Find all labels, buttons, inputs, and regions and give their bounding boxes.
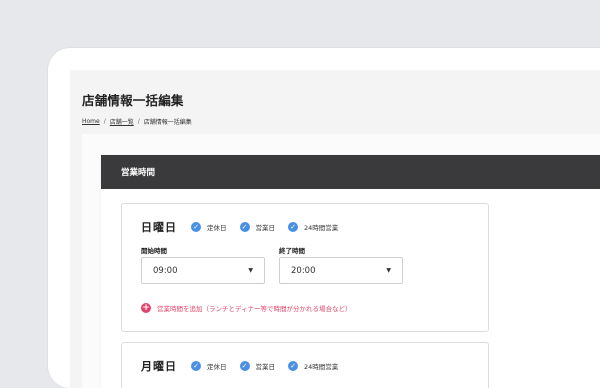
check-circle-icon: ✓ bbox=[288, 222, 298, 232]
check-circle-icon: ✓ bbox=[239, 361, 250, 371]
breadcrumb-current: 店舗情報一括編集 bbox=[143, 119, 192, 126]
day-row: 月曜日 ✓ 定休日 ✓ 営業日 ✓ 24時間営業 bbox=[141, 358, 351, 374]
end-time-select[interactable]: 20:00 ▼ bbox=[279, 257, 403, 284]
check-circle-icon: ✓ bbox=[239, 222, 250, 232]
page-title: 店舗情報一括編集 bbox=[82, 93, 184, 108]
day-row: 日曜日 ✓ 定休日 ✓ 営業日 ✓ 24時間営業 bbox=[141, 219, 351, 235]
add-business-hours-link[interactable]: + 営業時間を追加（ランチとディナー等で時間が分かれる場合など） bbox=[141, 303, 352, 313]
check-circle-icon: ✓ bbox=[191, 361, 201, 371]
breadcrumb: Home / 店舗一覧 / 店舗情報一括編集 bbox=[82, 117, 192, 126]
start-time-select[interactable]: 09:00 ▼ bbox=[141, 257, 265, 284]
option-24-hours[interactable]: ✓ 24時間営業 bbox=[288, 361, 338, 371]
content-area: 営業時間 日曜日 ✓ 定休日 ✓ 営業日 ✓ 24時間営業 開始時間 09:00… bbox=[82, 134, 600, 388]
day-name: 日曜日 bbox=[141, 221, 177, 234]
section-header: 営業時間 bbox=[101, 155, 600, 189]
add-business-hours-label: 営業時間を追加（ランチとディナー等で時間が分かれる場合など） bbox=[157, 305, 352, 313]
option-label: 24時間営業 bbox=[304, 363, 339, 371]
option-closed-day[interactable]: ✓ 定休日 bbox=[191, 222, 227, 232]
option-24-hours[interactable]: ✓ 24時間営業 bbox=[288, 222, 338, 232]
day-name: 月曜日 bbox=[141, 360, 177, 373]
end-time-value: 20:00 bbox=[291, 265, 316, 276]
breadcrumb-home-link[interactable]: Home bbox=[82, 118, 100, 125]
start-time-label: 開始時間 bbox=[141, 247, 167, 255]
option-label: 営業日 bbox=[255, 224, 276, 232]
caret-down-icon: ▼ bbox=[248, 267, 253, 274]
plus-circle-icon: + bbox=[141, 303, 151, 313]
option-business-day[interactable]: ✓ 営業日 bbox=[239, 361, 276, 371]
business-hours-section: 営業時間 日曜日 ✓ 定休日 ✓ 営業日 ✓ 24時間営業 開始時間 09:00… bbox=[101, 155, 600, 388]
start-time-value: 09:00 bbox=[153, 265, 178, 276]
option-business-day[interactable]: ✓ 営業日 bbox=[239, 222, 276, 232]
device-frame: 店舗情報一括編集 Home / 店舗一覧 / 店舗情報一括編集 営業時間 日曜日… bbox=[48, 48, 600, 388]
breadcrumb-separator: / bbox=[103, 118, 106, 125]
check-circle-icon: ✓ bbox=[191, 222, 201, 232]
breadcrumb-separator: / bbox=[137, 118, 140, 125]
option-closed-day[interactable]: ✓ 定休日 bbox=[191, 361, 227, 371]
breadcrumb-store-list-link[interactable]: 店舗一覧 bbox=[110, 117, 134, 126]
check-circle-icon: ✓ bbox=[288, 361, 298, 371]
end-time-label: 終了時間 bbox=[279, 247, 305, 255]
option-label: 定休日 bbox=[207, 224, 227, 232]
day-card-sunday: 日曜日 ✓ 定休日 ✓ 営業日 ✓ 24時間営業 開始時間 09:00 ▼ 終了… bbox=[121, 203, 489, 332]
day-card-monday: 月曜日 ✓ 定休日 ✓ 営業日 ✓ 24時間営業 bbox=[121, 342, 489, 388]
option-label: 24時間営業 bbox=[304, 224, 339, 232]
caret-down-icon: ▼ bbox=[386, 267, 391, 274]
app-screen: 店舗情報一括編集 Home / 店舗一覧 / 店舗情報一括編集 営業時間 日曜日… bbox=[70, 70, 600, 388]
option-label: 営業日 bbox=[255, 363, 276, 371]
option-label: 定休日 bbox=[207, 363, 227, 371]
